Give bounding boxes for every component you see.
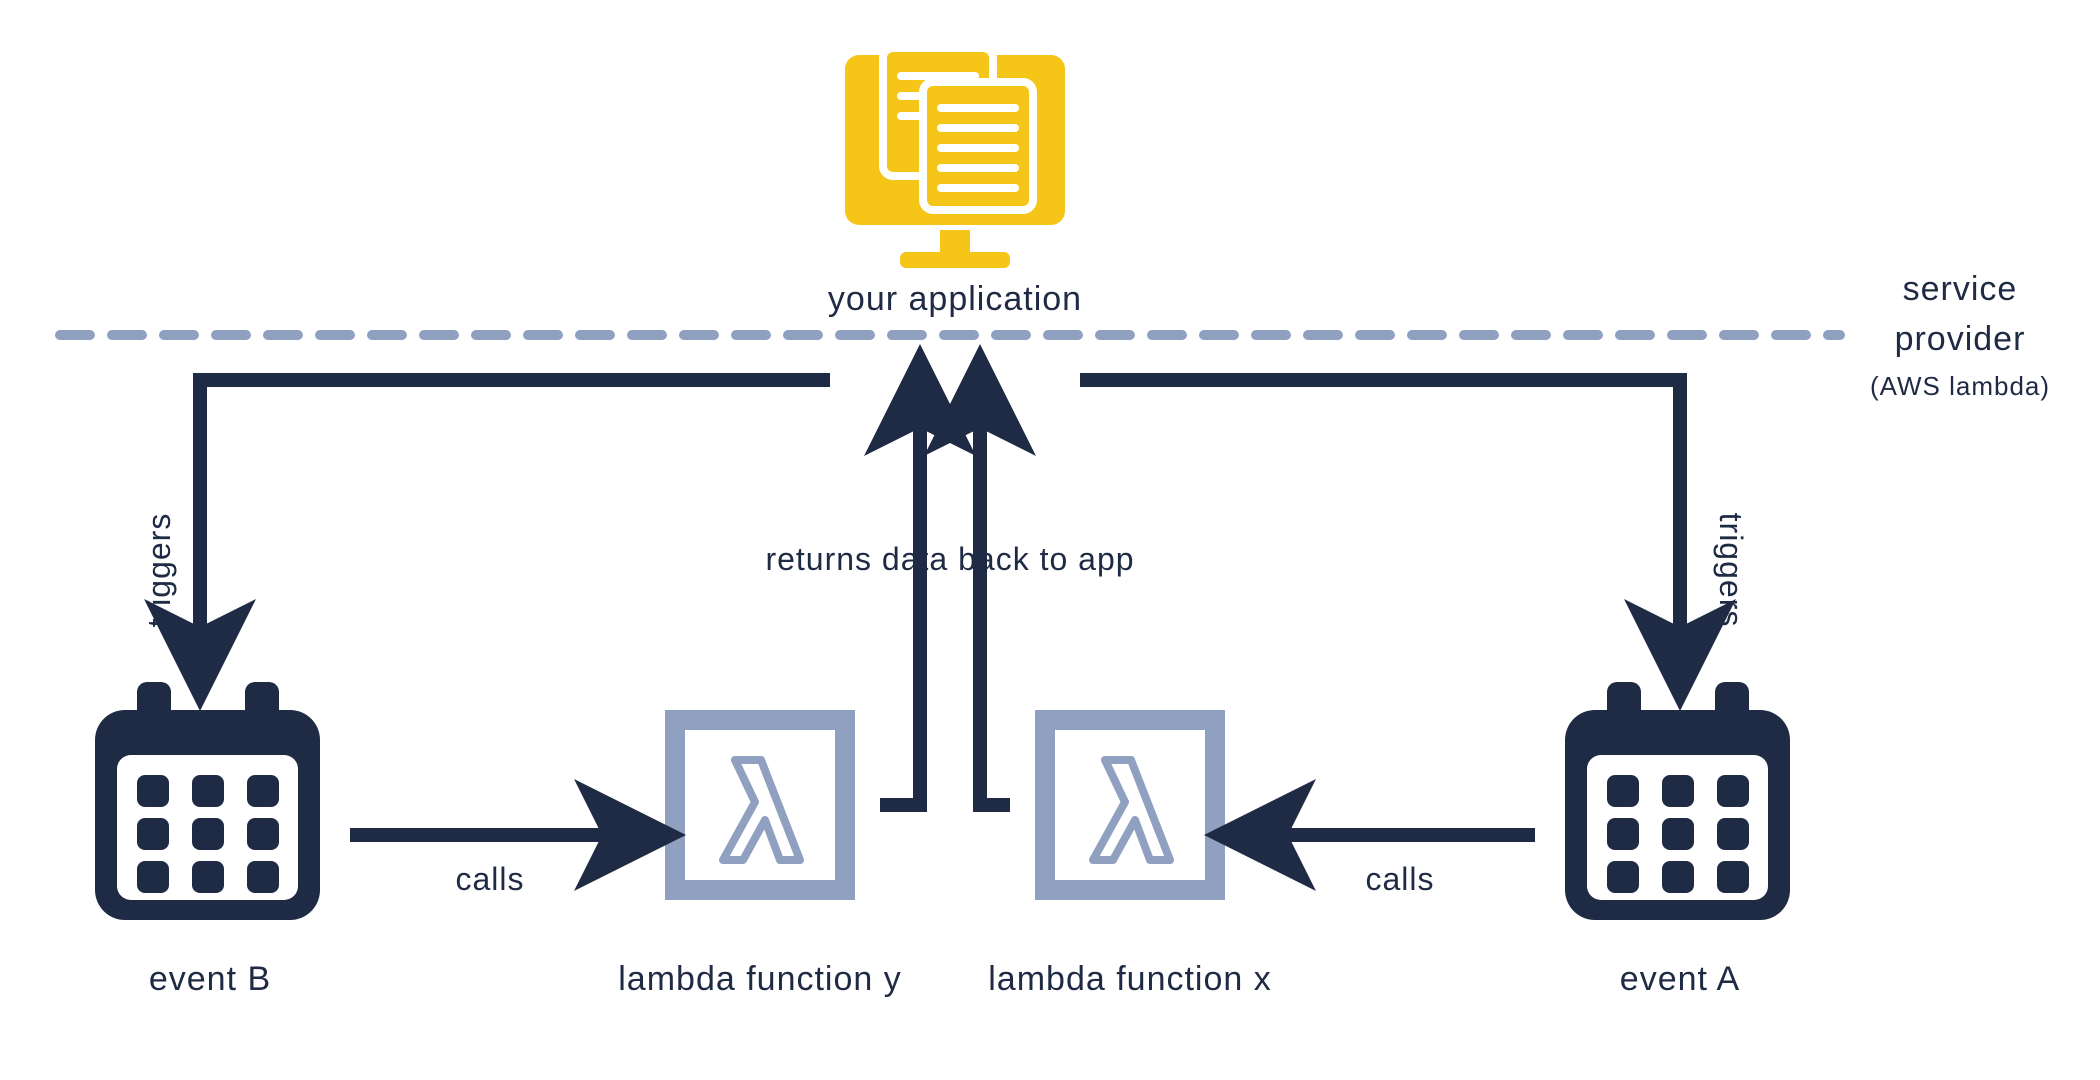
edge-triggers-right-label: triggers: [1713, 513, 1749, 628]
diagram-canvas: service provider (AWS lambda) your appli…: [0, 0, 2100, 1080]
boundary-label-2: provider: [1895, 320, 2026, 358]
lambda-y-icon: [665, 710, 855, 900]
lambda-x-label: lambda function x: [988, 960, 1272, 998]
edge-triggers-right: [1080, 380, 1680, 655]
event-a-icon: [1565, 682, 1790, 920]
application-icon: [845, 48, 1065, 268]
edge-triggers-left-label: triggers: [141, 513, 177, 628]
edge-calls-right-label: calls: [1365, 861, 1434, 897]
edge-calls-left-label: calls: [455, 861, 524, 897]
boundary-label-3: (AWS lambda): [1870, 371, 2050, 401]
event-a-label: event A: [1620, 960, 1740, 998]
edge-triggers-left: [200, 380, 830, 655]
application-label: your application: [828, 280, 1082, 318]
event-b-label: event B: [149, 960, 271, 998]
lambda-y-label: lambda function y: [618, 960, 902, 998]
lambda-x-icon: [1035, 710, 1225, 900]
edge-return-left: [880, 400, 920, 805]
event-b-icon: [95, 682, 320, 920]
edge-return-right: [980, 400, 1010, 805]
boundary-label-1: service: [1903, 270, 2018, 308]
edge-return-label: returns data back to app: [765, 541, 1134, 577]
